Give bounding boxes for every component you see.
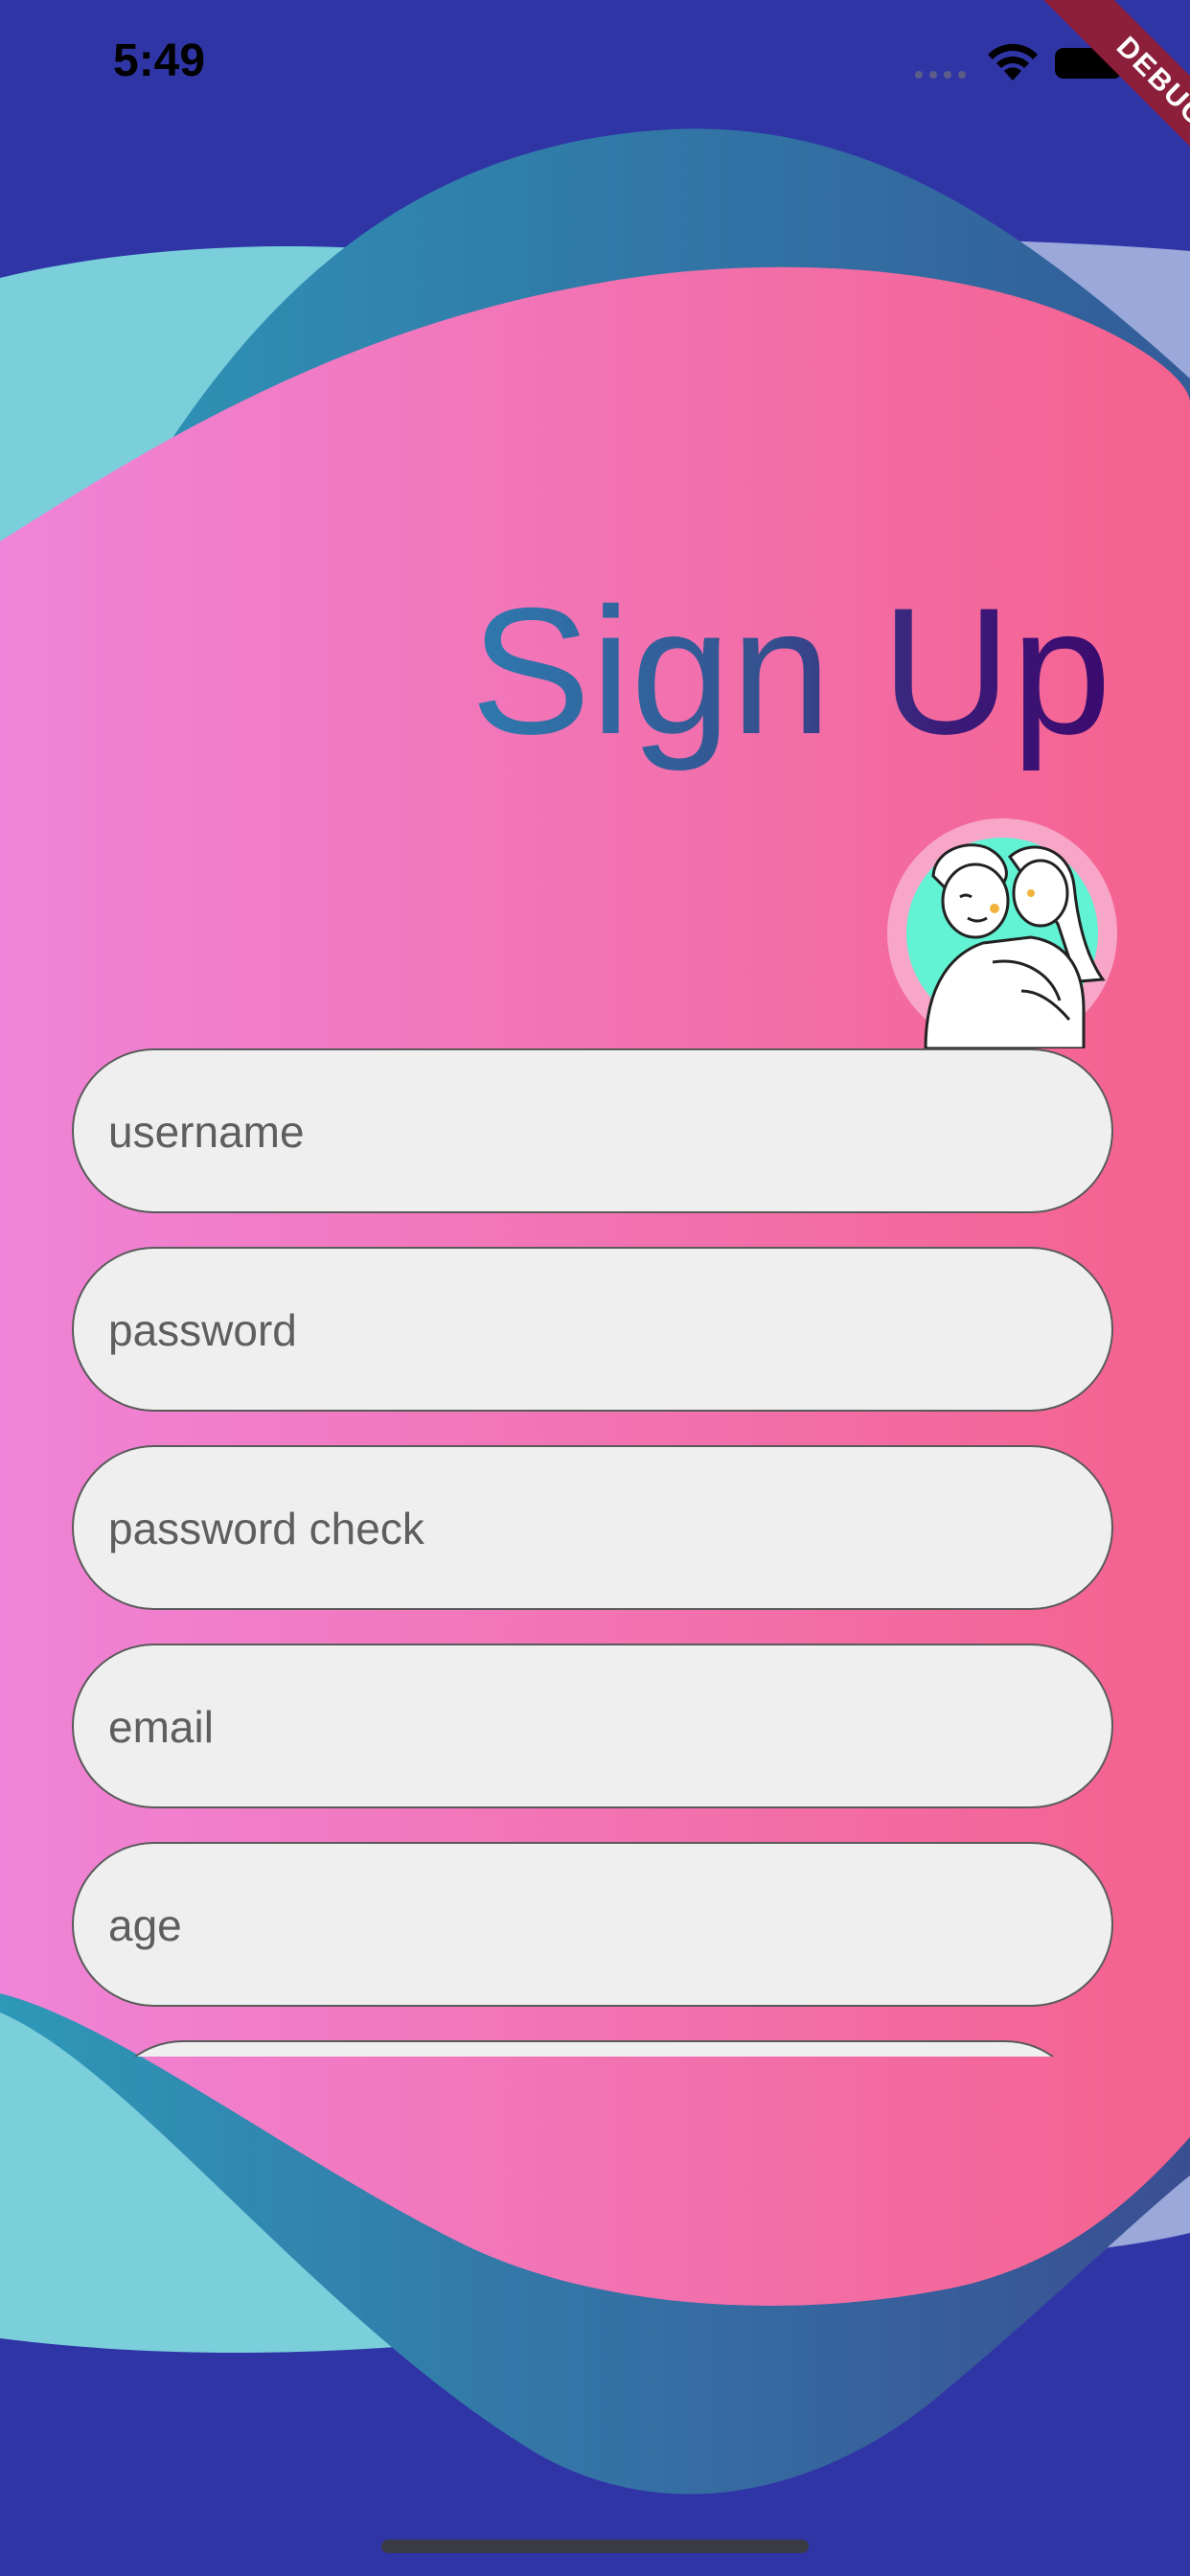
sign-up-screen: 5:49 DEBUG Sign Up (0, 0, 1190, 2576)
age-input[interactable] (106, 1844, 1068, 2007)
page-title: Sign Up (470, 565, 1111, 776)
cellular-signal-icon (915, 71, 966, 79)
home-indicator[interactable] (381, 2540, 809, 2553)
couple-illustration-icon (906, 838, 1106, 1050)
status-time: 5:49 (113, 35, 206, 86)
email-input[interactable] (106, 1645, 1068, 1808)
password-field[interactable] (72, 1247, 1113, 1412)
sign-up-form (72, 1048, 1117, 2057)
avatar[interactable] (887, 818, 1117, 1050)
username-input[interactable] (106, 1050, 1068, 1213)
debug-banner: DEBUG (979, 0, 1190, 211)
next-field-partial[interactable] (101, 2040, 1087, 2057)
debug-ribbon-label: DEBUG (1041, 0, 1190, 202)
password-input[interactable] (106, 1249, 1068, 1412)
username-field[interactable] (72, 1048, 1113, 1213)
age-field[interactable] (72, 1842, 1113, 2007)
password-check-field[interactable] (72, 1445, 1113, 1610)
email-field[interactable] (72, 1644, 1113, 1808)
password-check-input[interactable] (106, 1447, 1068, 1610)
